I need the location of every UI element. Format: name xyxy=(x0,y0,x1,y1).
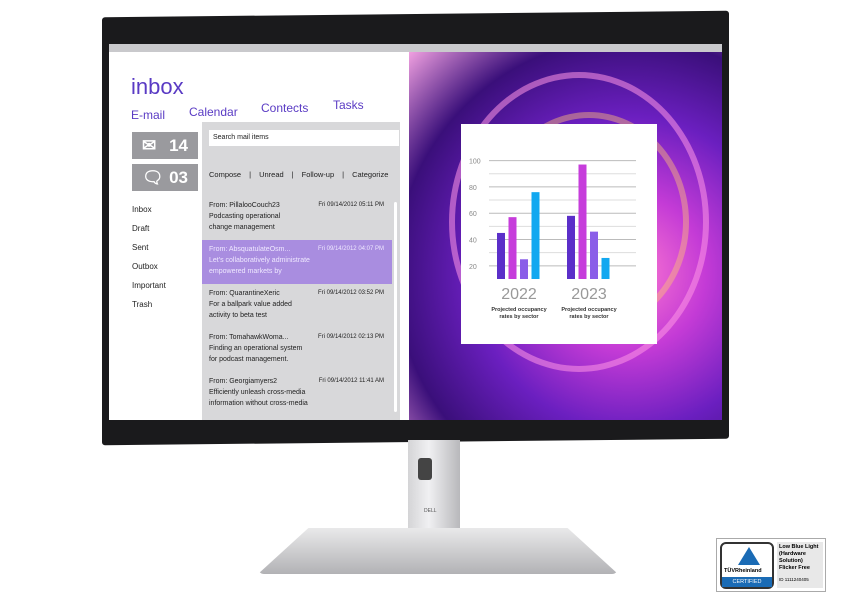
folder-draft[interactable]: Draft xyxy=(132,224,149,233)
bar-chart: 20 40 60 80 100 2022 Projected occupancy rates … xyxy=(461,124,657,344)
category-caption: rates by sector xyxy=(569,314,609,320)
categorize-action[interactable]: Categorize xyxy=(352,170,388,179)
envelope-icon: ✉ xyxy=(142,135,157,155)
mail-preview: information without cross-media xyxy=(209,400,308,407)
badge-text: Low Blue Light (Hardware Solution) Flick… xyxy=(777,542,823,588)
dell-logo: DELL xyxy=(424,508,437,514)
y-tick-label: 60 xyxy=(469,211,477,218)
mail-date: Fri 09/14/2012 03:52 PM xyxy=(317,290,384,296)
mail-preview: Let's collaboratively administrate xyxy=(209,257,310,264)
category-caption: Projected occupancy xyxy=(561,307,617,313)
mail-date: Fri 09/14/2012 11:41 AM xyxy=(318,378,384,384)
y-tick-label: 20 xyxy=(469,264,477,271)
tuv-brand: TÜVRheinland xyxy=(724,568,762,574)
mail-preview: For a ballpark value added xyxy=(209,301,292,308)
y-tick-label: 40 xyxy=(469,238,477,245)
mail-item[interactable]: From: AbsquatulateOsm... Fri 09/14/2012 … xyxy=(202,240,392,284)
badge-id: ID 1111240405 xyxy=(779,577,809,582)
bar xyxy=(520,259,528,279)
search-input[interactable]: Search mail items xyxy=(209,130,399,146)
bar xyxy=(578,164,587,279)
category-caption: Projected occupancy xyxy=(491,307,547,313)
mail-preview: Finding an operational system xyxy=(209,345,303,352)
bar xyxy=(508,217,517,279)
app-title: inbox xyxy=(131,74,184,99)
monitor-stand-base xyxy=(258,528,618,574)
mail-app: inbox E-mail Calendar Contects Tasks ✉ 14… xyxy=(109,52,409,420)
mail-item[interactable]: From: PillalooCouch23 Fri 09/14/2012 05:… xyxy=(202,196,392,240)
mail-date: Fri 09/14/2012 05:11 PM xyxy=(318,202,384,208)
separator: | xyxy=(342,170,345,179)
mail-item[interactable]: From: QuarantineXeric Fri 09/14/2012 03:… xyxy=(202,284,392,328)
mail-preview: activity to beta test xyxy=(209,312,267,319)
bar xyxy=(567,215,575,279)
separator: | xyxy=(291,170,294,179)
folder-trash[interactable]: Trash xyxy=(132,300,152,309)
window-titlebar xyxy=(109,44,722,52)
folder-outbox[interactable]: Outbox xyxy=(132,262,158,271)
compose-action[interactable]: Compose xyxy=(209,170,241,179)
unread-action[interactable]: Unread xyxy=(259,170,284,179)
y-tick-label: 80 xyxy=(469,185,477,192)
chat-bubble-icon: 🗨 xyxy=(142,167,164,187)
mail-item[interactable]: From: TomahawkWoma... Fri 09/14/2012 02:… xyxy=(202,328,392,372)
mail-preview: change management xyxy=(209,224,275,231)
mail-item[interactable]: From: Georgiamyers2 Fri 09/14/2012 11:41… xyxy=(202,372,392,416)
tuv-logo: TÜVRheinland CERTIFIED xyxy=(720,542,774,589)
wallpaper: 20 40 60 80 100 2022 Projected occupancy rates … xyxy=(409,52,722,420)
mail-preview: Efficiently unleash cross-media xyxy=(209,389,306,396)
message-list: From: PillalooCouch23 Fri 09/14/2012 05:… xyxy=(202,192,400,420)
badge-line: Solution) xyxy=(779,558,803,564)
triangle-icon xyxy=(738,547,760,565)
follow-up-action[interactable]: Follow-up xyxy=(302,170,335,179)
badge-line: Flicker Free xyxy=(779,565,810,571)
mail-date: Fri 09/14/2012 02:13 PM xyxy=(317,334,384,340)
monitor-screen: inbox E-mail Calendar Contects Tasks ✉ 14… xyxy=(109,44,722,420)
chart-svg: 204060801002022Projected occupancyrates … xyxy=(469,159,636,320)
tuv-certification-badge: TÜVRheinland CERTIFIED Low Blue Light (H… xyxy=(716,538,826,592)
scrollbar[interactable] xyxy=(394,202,397,412)
mail-preview: empowered markets by xyxy=(209,268,282,275)
bar xyxy=(601,257,610,279)
mail-preview: for podcast management. xyxy=(209,356,289,363)
chat-counter[interactable]: 🗨 03 xyxy=(132,164,198,191)
folder-inbox[interactable]: Inbox xyxy=(132,205,152,214)
nav-tasks[interactable]: Tasks xyxy=(333,98,364,112)
mail-counter[interactable]: ✉ 14 xyxy=(132,132,198,159)
folder-sent[interactable]: Sent xyxy=(132,243,148,252)
category-label: 2022 xyxy=(501,286,537,303)
category-label: 2023 xyxy=(571,286,607,303)
nav-email[interactable]: E-mail xyxy=(131,108,165,122)
badge-line: Low Blue Light xyxy=(779,544,819,550)
y-tick-label: 100 xyxy=(469,159,481,166)
badge-line: (Hardware xyxy=(779,551,806,557)
cable-hole xyxy=(418,458,432,480)
nav-calendar[interactable]: Calendar xyxy=(189,105,238,119)
category-caption: rates by sector xyxy=(499,314,539,320)
nav-contacts[interactable]: Contects xyxy=(261,101,308,115)
folder-important[interactable]: Important xyxy=(132,281,166,290)
bar xyxy=(497,232,505,279)
certified-label: CERTIFIED xyxy=(722,577,772,587)
bar xyxy=(531,192,540,279)
action-bar: Compose | Unread | Follow-up | Categorize xyxy=(209,170,399,179)
bar xyxy=(590,231,598,279)
mail-preview: Podcasting operational xyxy=(209,213,281,220)
mail-date: Fri 09/14/2012 04:07 PM xyxy=(317,246,384,252)
separator: | xyxy=(249,170,252,179)
